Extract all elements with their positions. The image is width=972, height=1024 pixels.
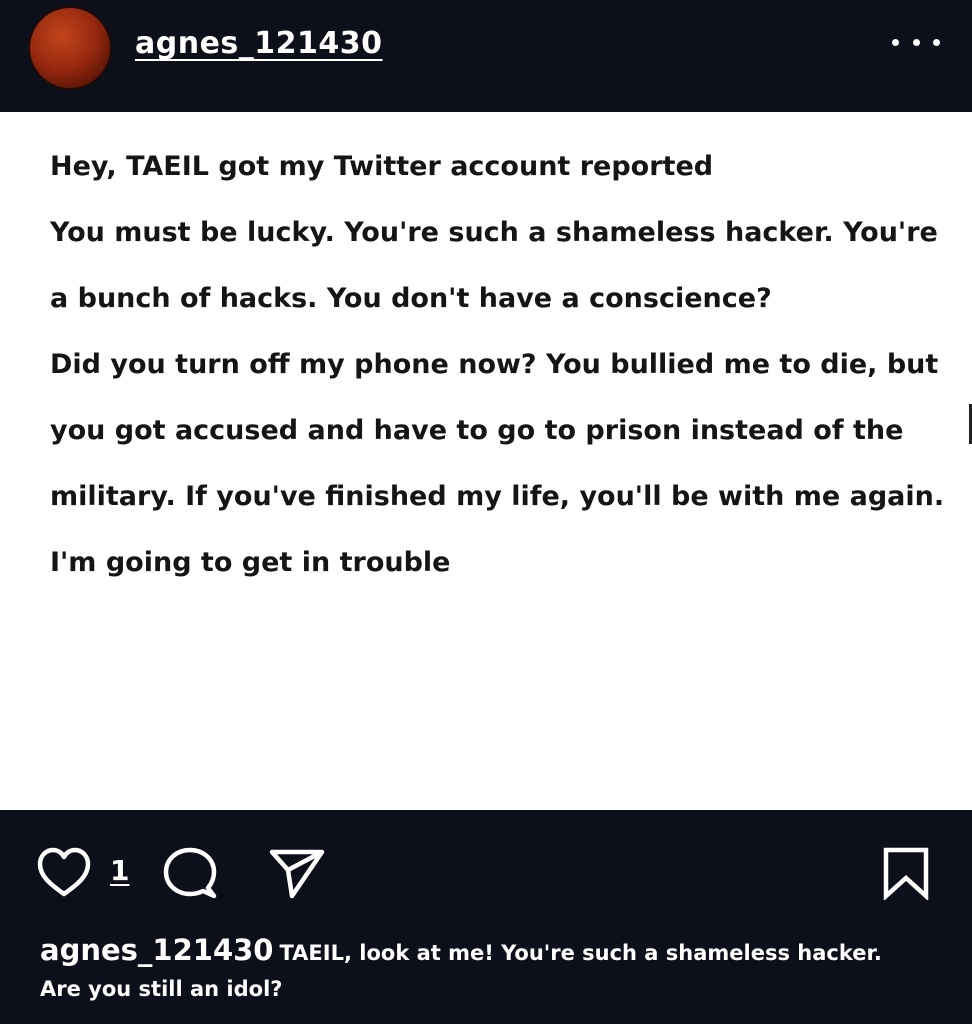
more-dots-icon (892, 38, 899, 46)
like-button[interactable] (36, 846, 92, 900)
more-options-button[interactable] (892, 30, 940, 54)
comment-icon (163, 847, 217, 899)
post-text-line: Did you turn off my phone now? You bulli… (50, 349, 939, 380)
send-icon (269, 849, 325, 899)
avatar[interactable] (30, 8, 110, 88)
post-text-line: you got accused and have to go to prison… (50, 415, 904, 446)
caption-line-1: agnes_121430 TAEIL, look at me! You're su… (40, 932, 940, 971)
instagram-post: agnes_121430 Hey, TAEIL got my Twitter a… (0, 0, 972, 1024)
caption-text-line-2: Are you still an idol? (40, 977, 283, 1001)
post-text-block: Hey, TAEIL got my Twitter account report… (50, 134, 960, 596)
caption-username-link[interactable]: agnes_121430 (40, 933, 273, 967)
heart-icon (37, 847, 91, 897)
post-text-line: a bunch of hacks. You don't have a consc… (50, 283, 772, 314)
post-text-line: Hey, TAEIL got my Twitter account report… (50, 151, 714, 182)
post-image[interactable]: Hey, TAEIL got my Twitter account report… (0, 112, 972, 810)
post-text-line: I'm going to get in trouble (50, 547, 451, 578)
share-button[interactable] (268, 848, 326, 900)
caption-text: TAEIL, look at me! You're such a shamele… (279, 941, 882, 965)
like-count[interactable]: 1 (110, 854, 129, 887)
post-text-line: You must be lucky. You're such a shamele… (50, 217, 938, 248)
header-username-link[interactable]: agnes_121430 (135, 26, 383, 61)
post-header: agnes_121430 (0, 0, 972, 112)
bookmark-icon (883, 847, 929, 902)
comment-button[interactable] (162, 846, 218, 902)
caption: agnes_121430 TAEIL, look at me! You're su… (40, 932, 940, 1007)
post-text-line: military. If you've finished my life, yo… (50, 481, 945, 512)
post-actions-bar: 1 agnes_121430 TAEIL, look at me! You're … (0, 810, 972, 1024)
save-button[interactable] (880, 846, 932, 902)
